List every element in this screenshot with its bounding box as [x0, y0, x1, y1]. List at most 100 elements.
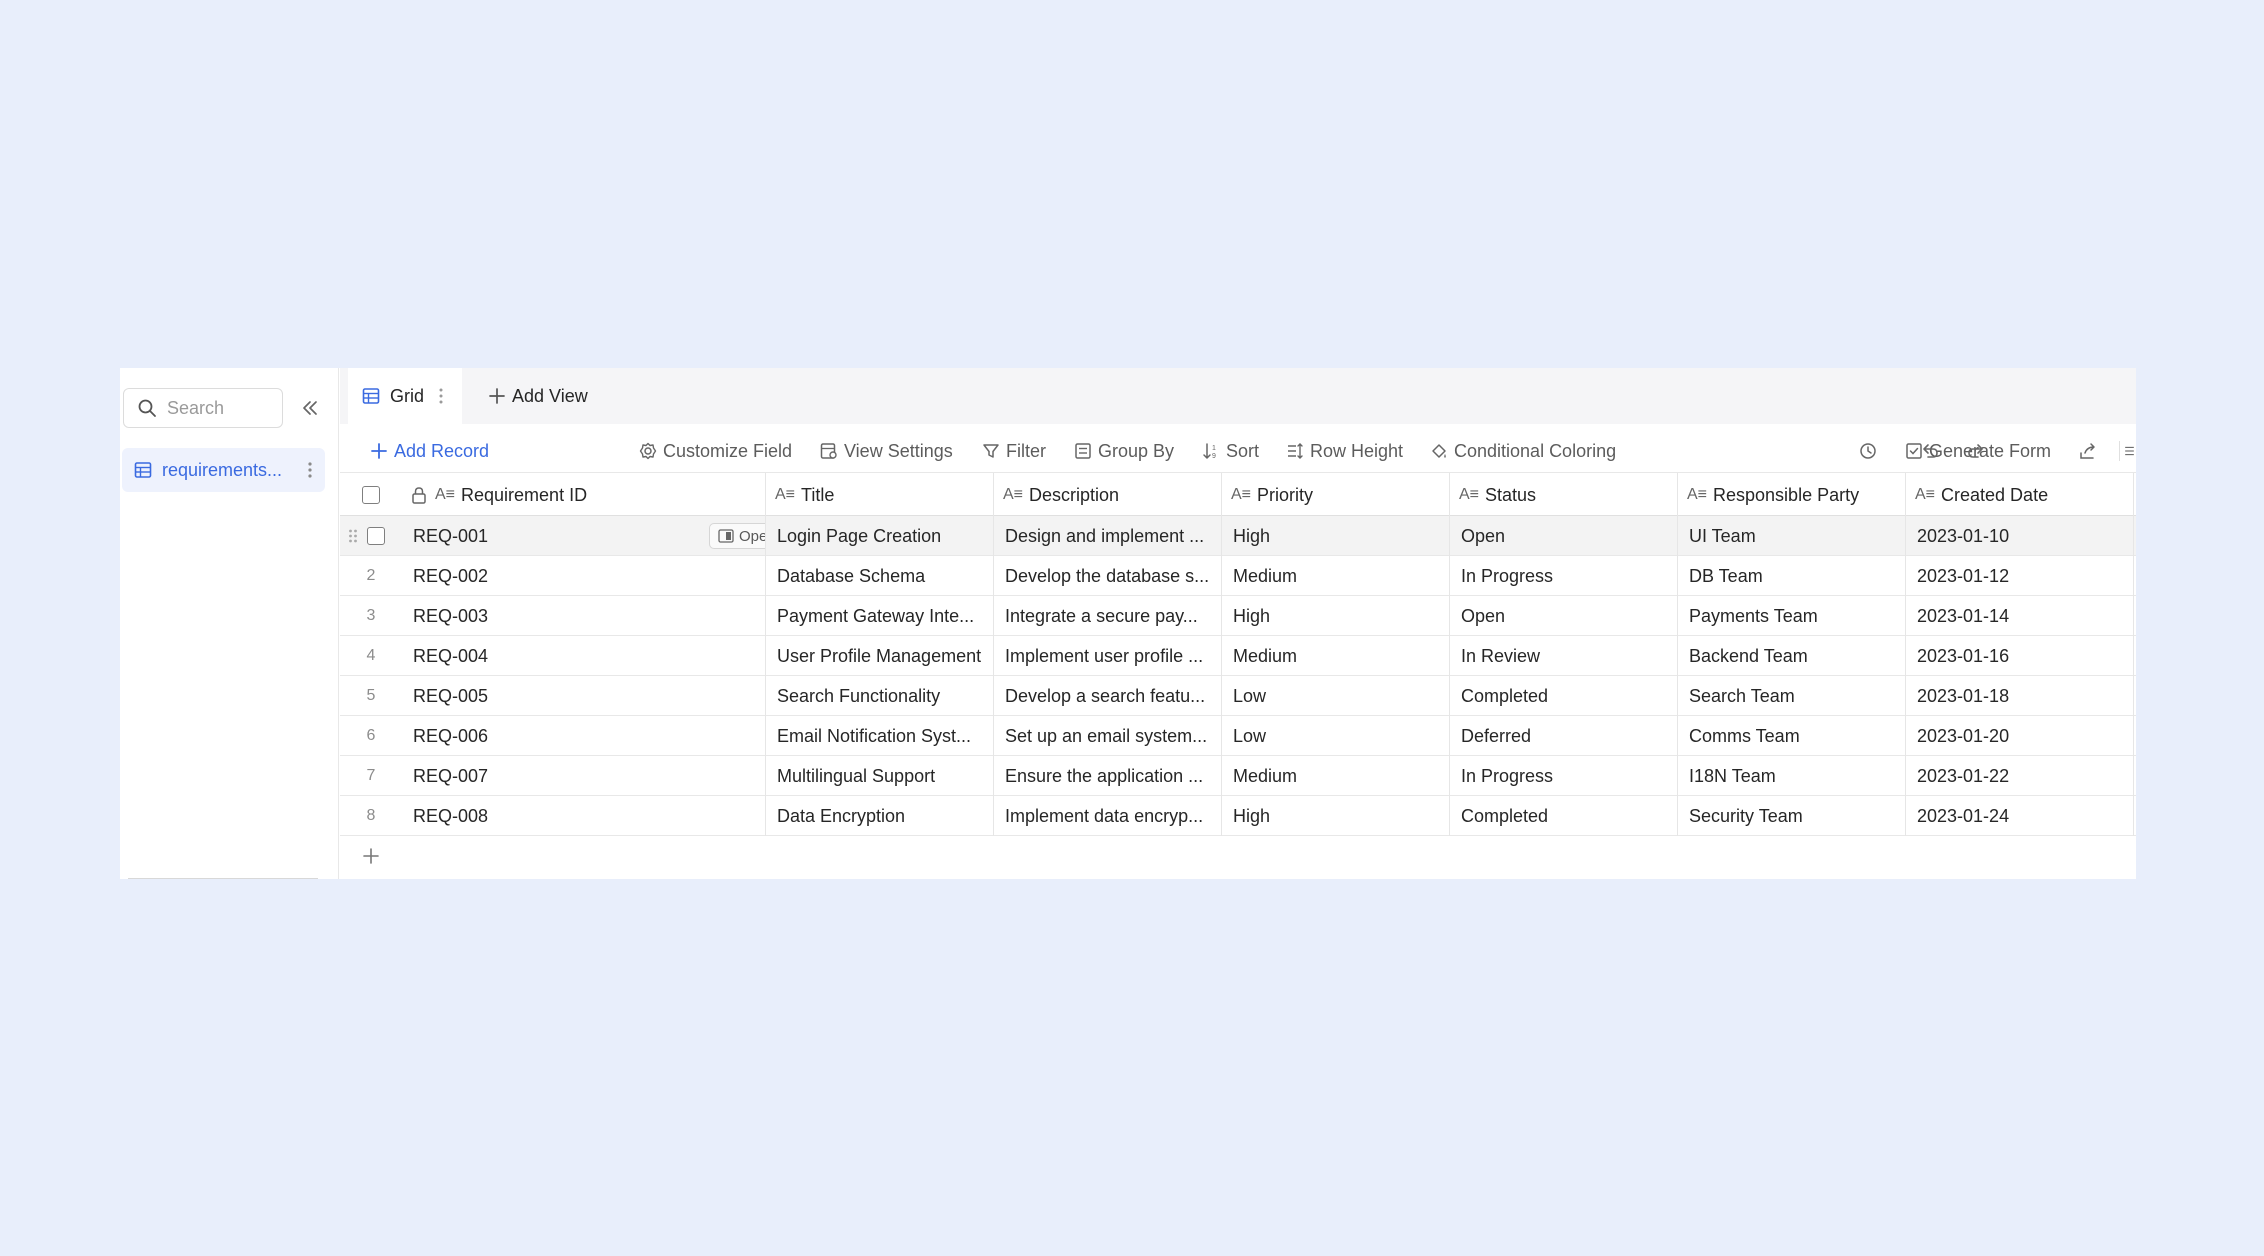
- cell-title[interactable]: User Profile Management: [766, 636, 994, 676]
- redo-button[interactable]: [1966, 424, 1986, 478]
- cell-description[interactable]: Develop the database s...: [994, 556, 1222, 596]
- cell-created-date[interactable]: 2023-01-16: [1906, 636, 2134, 676]
- column-header-responsible-party[interactable]: A≡ Responsible Party: [1678, 473, 1906, 517]
- cell-created-date[interactable]: 2023-01-12: [1906, 556, 2134, 596]
- cell-requirement-id[interactable]: REQ-006: [402, 716, 766, 756]
- collapse-sidebar-icon[interactable]: [298, 396, 322, 420]
- cell-requirement-id[interactable]: REQ-003: [402, 596, 766, 636]
- share-button[interactable]: [2078, 424, 2098, 478]
- column-header-requirement-id[interactable]: A≡ Requirement ID: [402, 473, 766, 517]
- cell-title[interactable]: Payment Gateway Inte...: [766, 596, 994, 636]
- cell-priority[interactable]: Medium: [1222, 556, 1450, 596]
- column-header-priority[interactable]: A≡ Priority: [1222, 473, 1450, 517]
- add-record-button[interactable]: Add Record: [370, 424, 489, 478]
- column-header-title[interactable]: A≡ Title: [766, 473, 994, 517]
- table-row[interactable]: 2 REQ-002 Database Schema Develop the datab…: [340, 556, 2136, 596]
- cell-responsible-party[interactable]: I18N Team: [1678, 756, 1906, 796]
- view-settings-button[interactable]: View Settings: [820, 424, 953, 478]
- cell-responsible-party[interactable]: Search Team: [1678, 676, 1906, 716]
- table-row[interactable]: 8 REQ-008 Data Encryption Implement data en…: [340, 796, 2136, 836]
- group-by-button[interactable]: Group By: [1074, 424, 1174, 478]
- cell-description[interactable]: Design and implement ...: [994, 516, 1222, 556]
- open-record-button[interactable]: Open: [709, 523, 765, 549]
- table-row[interactable]: 6 REQ-006 Email Notification Syst... Set up…: [340, 716, 2136, 756]
- table-row[interactable]: 7 REQ-007 Multilingual Support Ensure the a…: [340, 756, 2136, 796]
- row-select-checkbox[interactable]: [340, 516, 402, 556]
- history-button[interactable]: [1858, 424, 1878, 478]
- cell-status[interactable]: In Progress: [1450, 556, 1678, 596]
- cell-title[interactable]: Database Schema: [766, 556, 994, 596]
- select-all-checkbox[interactable]: [340, 473, 402, 517]
- table-row[interactable]: 3 REQ-003 Payment Gateway Inte... Integrate…: [340, 596, 2136, 636]
- cell-title[interactable]: Email Notification Syst...: [766, 716, 994, 756]
- conditional-coloring-button[interactable]: Conditional Coloring: [1430, 424, 1616, 478]
- cell-status[interactable]: In Progress: [1450, 756, 1678, 796]
- search-input[interactable]: Search: [167, 398, 224, 419]
- cell-description[interactable]: Set up an email system...: [994, 716, 1222, 756]
- drag-handle-icon[interactable]: [348, 528, 358, 544]
- column-header-created-date[interactable]: A≡ Created Date: [1906, 473, 2134, 517]
- table-row[interactable]: 4 REQ-004 User Profile Management Implement…: [340, 636, 2136, 676]
- tab-grid[interactable]: Grid: [348, 368, 462, 424]
- add-row-button[interactable]: [340, 836, 402, 876]
- cell-title[interactable]: Data Encryption: [766, 796, 994, 836]
- cell-requirement-id[interactable]: REQ-002: [402, 556, 766, 596]
- row-number[interactable]: 7: [340, 756, 402, 796]
- cell-created-date[interactable]: 2023-01-18: [1906, 676, 2134, 716]
- sidebar-item-requirements[interactable]: requirements...: [122, 448, 325, 492]
- row-number[interactable]: 2: [340, 556, 402, 596]
- customize-field-button[interactable]: Customize Field: [639, 424, 792, 478]
- row-height-button[interactable]: Row Height: [1286, 424, 1403, 478]
- cell-responsible-party[interactable]: Comms Team: [1678, 716, 1906, 756]
- row-number[interactable]: 4: [340, 636, 402, 676]
- cell-created-date[interactable]: 2023-01-10: [1906, 516, 2134, 556]
- cell-priority[interactable]: Low: [1222, 676, 1450, 716]
- cell-requirement-id[interactable]: REQ-001 Open: [402, 516, 766, 556]
- cell-priority[interactable]: High: [1222, 596, 1450, 636]
- cell-status[interactable]: Completed: [1450, 676, 1678, 716]
- cell-title[interactable]: Login Page Creation: [766, 516, 994, 556]
- column-header-status[interactable]: A≡ Status: [1450, 473, 1678, 517]
- cell-description[interactable]: Develop a search featu...: [994, 676, 1222, 716]
- more-options-icon[interactable]: [2123, 424, 2136, 478]
- cell-status[interactable]: Completed: [1450, 796, 1678, 836]
- more-vertical-icon[interactable]: [307, 460, 313, 480]
- cell-requirement-id[interactable]: REQ-004: [402, 636, 766, 676]
- sort-button[interactable]: 19 Sort: [1202, 424, 1259, 478]
- cell-created-date[interactable]: 2023-01-22: [1906, 756, 2134, 796]
- filter-button[interactable]: Filter: [982, 424, 1046, 478]
- cell-status[interactable]: Open: [1450, 516, 1678, 556]
- cell-created-date[interactable]: 2023-01-20: [1906, 716, 2134, 756]
- add-view-button[interactable]: Add View: [478, 368, 588, 424]
- cell-priority[interactable]: Medium: [1222, 636, 1450, 676]
- cell-priority[interactable]: High: [1222, 796, 1450, 836]
- cell-responsible-party[interactable]: Security Team: [1678, 796, 1906, 836]
- cell-requirement-id[interactable]: REQ-005: [402, 676, 766, 716]
- undo-button[interactable]: [1920, 424, 1940, 478]
- column-header-description[interactable]: A≡ Description: [994, 473, 1222, 517]
- row-number[interactable]: 6: [340, 716, 402, 756]
- cell-status[interactable]: Open: [1450, 596, 1678, 636]
- cell-description[interactable]: Ensure the application ...: [994, 756, 1222, 796]
- search-box[interactable]: Search: [123, 388, 283, 428]
- cell-description[interactable]: Integrate a secure pay...: [994, 596, 1222, 636]
- cell-status[interactable]: In Review: [1450, 636, 1678, 676]
- cell-requirement-id[interactable]: REQ-008: [402, 796, 766, 836]
- cell-status[interactable]: Deferred: [1450, 716, 1678, 756]
- cell-created-date[interactable]: 2023-01-24: [1906, 796, 2134, 836]
- cell-title[interactable]: Search Functionality: [766, 676, 994, 716]
- cell-responsible-party[interactable]: DB Team: [1678, 556, 1906, 596]
- cell-priority[interactable]: High: [1222, 516, 1450, 556]
- cell-description[interactable]: Implement user profile ...: [994, 636, 1222, 676]
- row-number[interactable]: 5: [340, 676, 402, 716]
- table-row[interactable]: REQ-001 Open Login Page Creation Design and…: [340, 516, 2136, 556]
- row-number[interactable]: 3: [340, 596, 402, 636]
- cell-created-date[interactable]: 2023-01-14: [1906, 596, 2134, 636]
- cell-title[interactable]: Multilingual Support: [766, 756, 994, 796]
- row-number[interactable]: 8: [340, 796, 402, 836]
- cell-requirement-id[interactable]: REQ-007: [402, 756, 766, 796]
- table-row[interactable]: 5 REQ-005 Search Functionality Develop a se…: [340, 676, 2136, 716]
- cell-responsible-party[interactable]: Payments Team: [1678, 596, 1906, 636]
- more-vertical-icon[interactable]: [438, 386, 444, 406]
- cell-priority[interactable]: Medium: [1222, 756, 1450, 796]
